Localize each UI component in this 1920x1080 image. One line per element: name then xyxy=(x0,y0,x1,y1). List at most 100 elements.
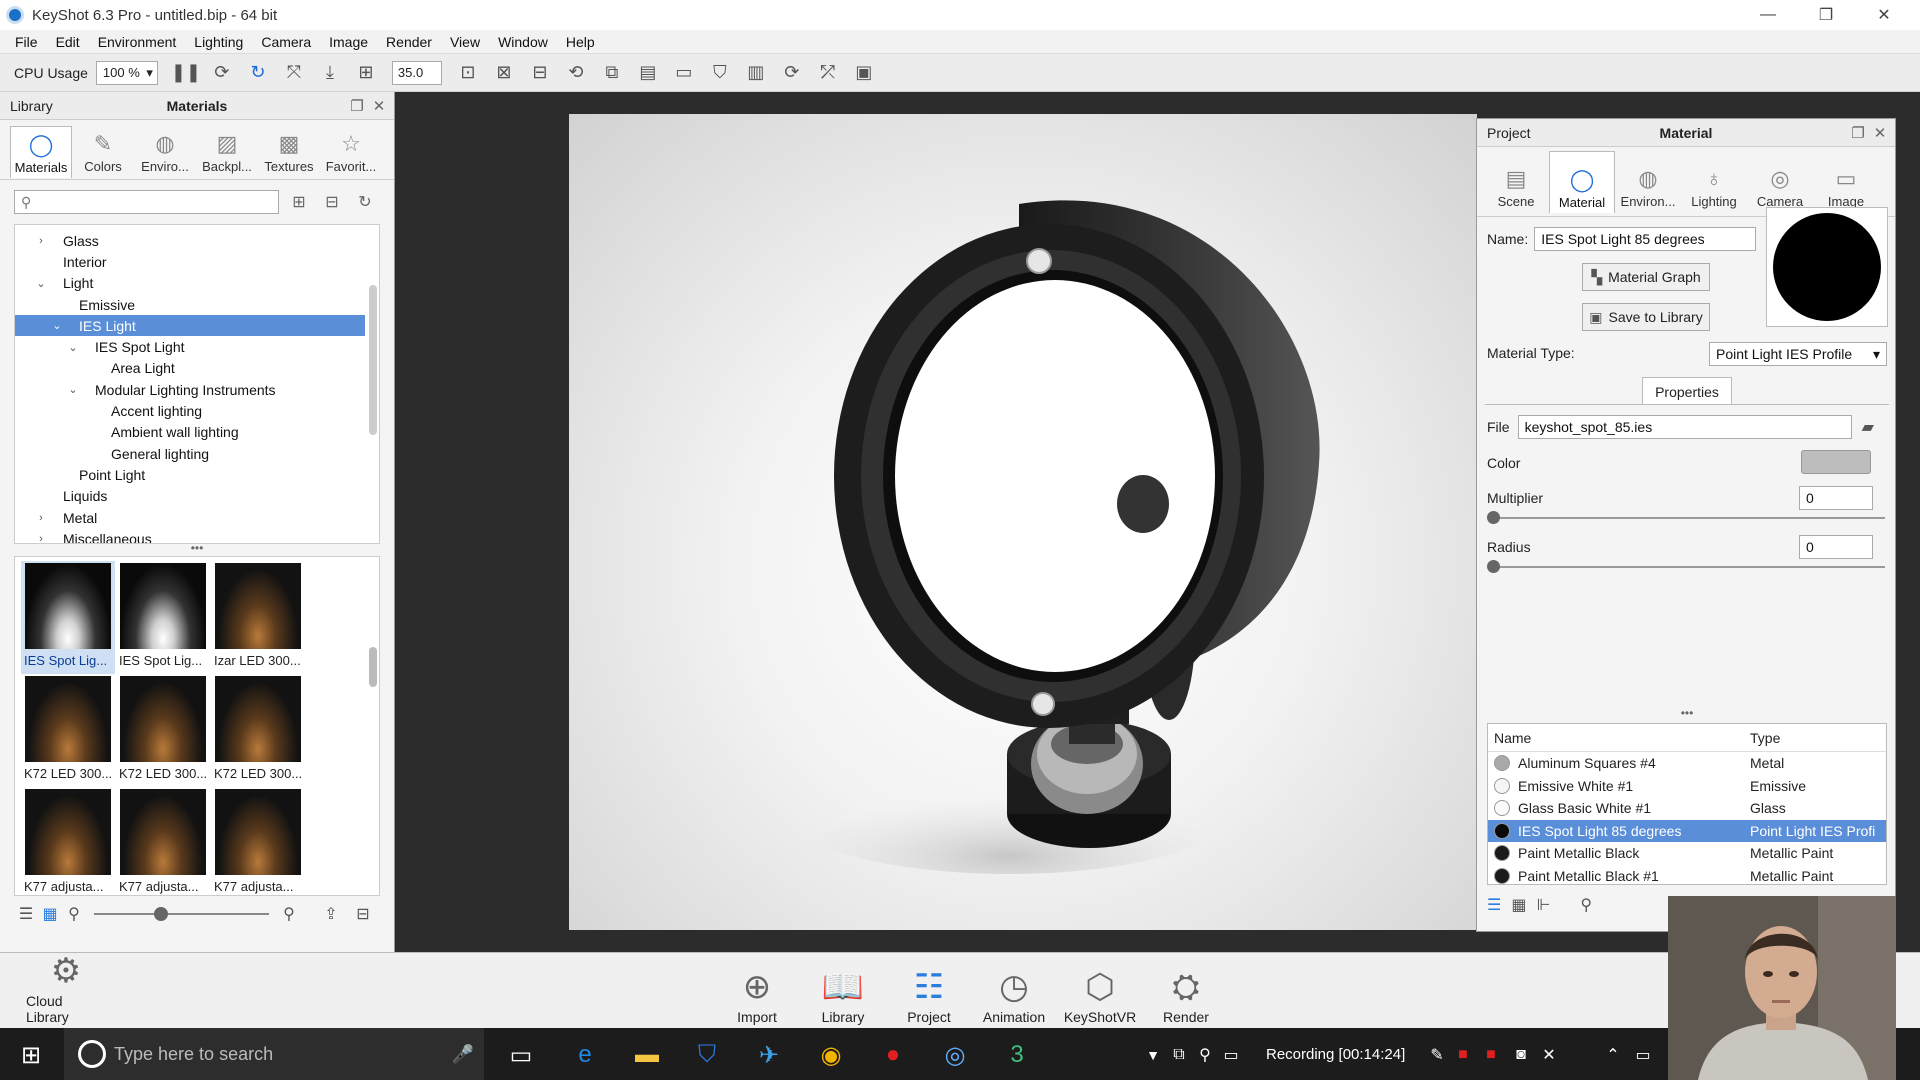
menu-file[interactable]: File xyxy=(6,34,47,50)
minimize-icon[interactable]: — xyxy=(1740,0,1796,30)
material-thumbnail[interactable]: K72 LED 300... xyxy=(116,674,210,787)
undock-icon[interactable]: ❐ xyxy=(348,97,366,115)
material-thumbnail[interactable]: Izar LED 300... xyxy=(211,561,305,674)
table-row[interactable]: Aluminum Squares #4 Metal xyxy=(1488,752,1886,775)
tree-item[interactable]: › Metal xyxy=(15,507,365,528)
column-type[interactable]: Type xyxy=(1750,730,1780,746)
windows-start-icon[interactable]: ⊞ xyxy=(14,1038,48,1072)
stop-square-icon[interactable]: ■ xyxy=(1474,1038,1508,1072)
color-swatch[interactable] xyxy=(1801,450,1871,474)
chevron-up-icon[interactable]: ⌃ xyxy=(1596,1038,1630,1072)
refresh-icon[interactable]: ↻ xyxy=(352,190,378,214)
tab-textures[interactable]: ▩ Textures xyxy=(258,126,320,178)
menu-render[interactable]: Render xyxy=(377,34,441,50)
tab-colors[interactable]: ✎ Colors xyxy=(72,126,134,178)
table-row[interactable]: Glass Basic White #1 Glass xyxy=(1488,797,1886,820)
battery-icon[interactable]: ▭ xyxy=(1626,1038,1660,1072)
move-tool-icon[interactable]: ⤱ xyxy=(815,60,841,86)
tree-item[interactable]: › Miscellaneous xyxy=(15,528,365,543)
tree-view-icon[interactable]: ⊩ xyxy=(1536,895,1550,915)
tab-image[interactable]: ▭ Image xyxy=(1813,151,1879,213)
import-button[interactable]: ⊕ Import xyxy=(717,959,797,1025)
telegram-icon[interactable]: ✈ xyxy=(752,1038,786,1072)
tab-environments[interactable]: ◍ Enviro... xyxy=(134,126,196,178)
zoom-region-icon[interactable]: ⊡ xyxy=(455,60,481,86)
table-row[interactable]: IES Spot Light 85 degrees Point Light IES… xyxy=(1488,819,1886,842)
tab-materials[interactable]: ◯ Materials xyxy=(10,126,72,178)
table-row[interactable]: Emissive White #1 Emissive xyxy=(1488,775,1886,798)
menu-camera[interactable]: Camera xyxy=(252,34,320,50)
camera-list-icon[interactable]: ▭ xyxy=(671,60,697,86)
add-camera-icon[interactable]: ▤ xyxy=(635,60,661,86)
record-icon[interactable]: ● xyxy=(876,1038,910,1072)
cloud-library-button[interactable]: ⚙ Cloud Library xyxy=(26,953,106,1025)
tree-item[interactable]: Interior xyxy=(15,251,365,272)
menu-help[interactable]: Help xyxy=(557,34,604,50)
upload-icon[interactable]: ⇪ xyxy=(319,904,343,924)
library-search-input[interactable]: ⚲ xyxy=(14,190,279,214)
grid-view-icon[interactable]: ▦ xyxy=(1511,895,1526,915)
close-icon[interactable]: ✕ xyxy=(370,97,388,115)
menu-environment[interactable]: Environment xyxy=(89,34,186,50)
menu-image[interactable]: Image xyxy=(320,34,377,50)
material-thumbnail[interactable]: K77 adjusta... xyxy=(21,787,115,895)
material-thumbnail[interactable]: IES Spot Lig... xyxy=(21,561,115,674)
file-explorer-icon[interactable]: ▬ xyxy=(630,1038,664,1072)
slider-knob[interactable] xyxy=(154,907,168,921)
chevron-right-icon[interactable]: › xyxy=(33,235,49,247)
tab-backplates[interactable]: ▨ Backpl... xyxy=(196,126,258,178)
tree-item[interactable]: ⌄ IES Light xyxy=(15,315,365,337)
table-row[interactable]: Paint Metallic Black Metallic Paint xyxy=(1488,842,1886,865)
add-folder-icon[interactable]: ⊞ xyxy=(286,190,312,214)
region-render-icon[interactable]: ⊠ xyxy=(491,60,517,86)
menu-view[interactable]: View xyxy=(441,34,489,50)
tree-item[interactable]: Emissive xyxy=(15,294,365,315)
material-thumbnail[interactable]: IES Spot Lig... xyxy=(116,561,210,674)
tree-item[interactable]: Area Light xyxy=(15,358,365,379)
tree-item[interactable]: General lighting xyxy=(15,443,365,464)
list-view-icon[interactable]: ☰ xyxy=(1487,895,1501,915)
download-folder-icon[interactable]: ⊟ xyxy=(351,904,375,924)
close-icon[interactable]: ✕ xyxy=(1871,124,1889,142)
tree-item[interactable]: ⌄ Modular Lighting Instruments xyxy=(15,379,365,400)
chevron-down-icon[interactable]: ⌄ xyxy=(65,341,81,354)
search-icon[interactable]: ⚲ xyxy=(1580,895,1592,915)
geometry-view-icon[interactable]: ▥ xyxy=(743,60,769,86)
chevron-down-icon[interactable]: ⌄ xyxy=(65,383,81,396)
field-of-view-icon[interactable]: ⊞ xyxy=(353,60,379,86)
close-icon[interactable]: ✕ xyxy=(1532,1038,1566,1072)
edge-icon[interactable]: e xyxy=(568,1038,602,1072)
rotate-icon[interactable]: ⟲ xyxy=(563,60,589,86)
chrome-icon[interactable]: ◉ xyxy=(814,1038,848,1072)
screen-icon[interactable]: ▭ xyxy=(1214,1038,1248,1072)
shield-icon[interactable]: ⛉ xyxy=(707,60,733,86)
tab-environment[interactable]: ◍ Environ... xyxy=(1615,151,1681,213)
save-to-library-button[interactable]: ▣ Save to Library xyxy=(1582,303,1710,331)
tab-camera[interactable]: ◎ Camera xyxy=(1747,151,1813,213)
multiplier-slider[interactable] xyxy=(1487,511,1885,524)
tree-item[interactable]: Liquids xyxy=(15,486,365,507)
tab-properties[interactable]: Properties xyxy=(1642,377,1732,405)
chevron-down-icon[interactable]: ⌄ xyxy=(49,319,65,332)
slider-knob[interactable] xyxy=(1487,560,1500,573)
menu-edit[interactable]: Edit xyxy=(47,34,89,50)
security-icon[interactable]: ⛉ xyxy=(690,1038,724,1072)
undock-icon[interactable]: ❐ xyxy=(1849,124,1867,142)
tree-item[interactable]: › Glass xyxy=(15,230,365,251)
material-thumbnail[interactable]: K72 LED 300... xyxy=(21,674,115,787)
tree-item[interactable]: ⌄ IES Spot Light xyxy=(15,336,365,357)
remove-folder-icon[interactable]: ⊟ xyxy=(319,190,345,214)
pause-icon[interactable]: ❚❚ xyxy=(171,60,201,86)
tab-favorites[interactable]: ☆ Favorit... xyxy=(320,126,382,178)
tab-scene[interactable]: ▤ Scene xyxy=(1483,151,1549,213)
thumbnail-size-slider[interactable] xyxy=(94,907,269,921)
material-graph-button[interactable]: ▚ Material Graph xyxy=(1582,263,1710,291)
field-of-view-input[interactable]: 35.0 xyxy=(391,60,442,85)
close-icon[interactable]: ✕ xyxy=(1856,0,1912,30)
material-type-select[interactable]: Point Light IES Profile ▾ xyxy=(1709,342,1887,366)
tree-scrollbar[interactable] xyxy=(369,285,377,435)
keyshotvr-button[interactable]: ⬡ KeyShotVR xyxy=(1060,959,1140,1025)
slider-knob[interactable] xyxy=(1487,511,1500,524)
column-name[interactable]: Name xyxy=(1488,730,1750,746)
tab-material[interactable]: ◯ Material xyxy=(1549,151,1615,213)
